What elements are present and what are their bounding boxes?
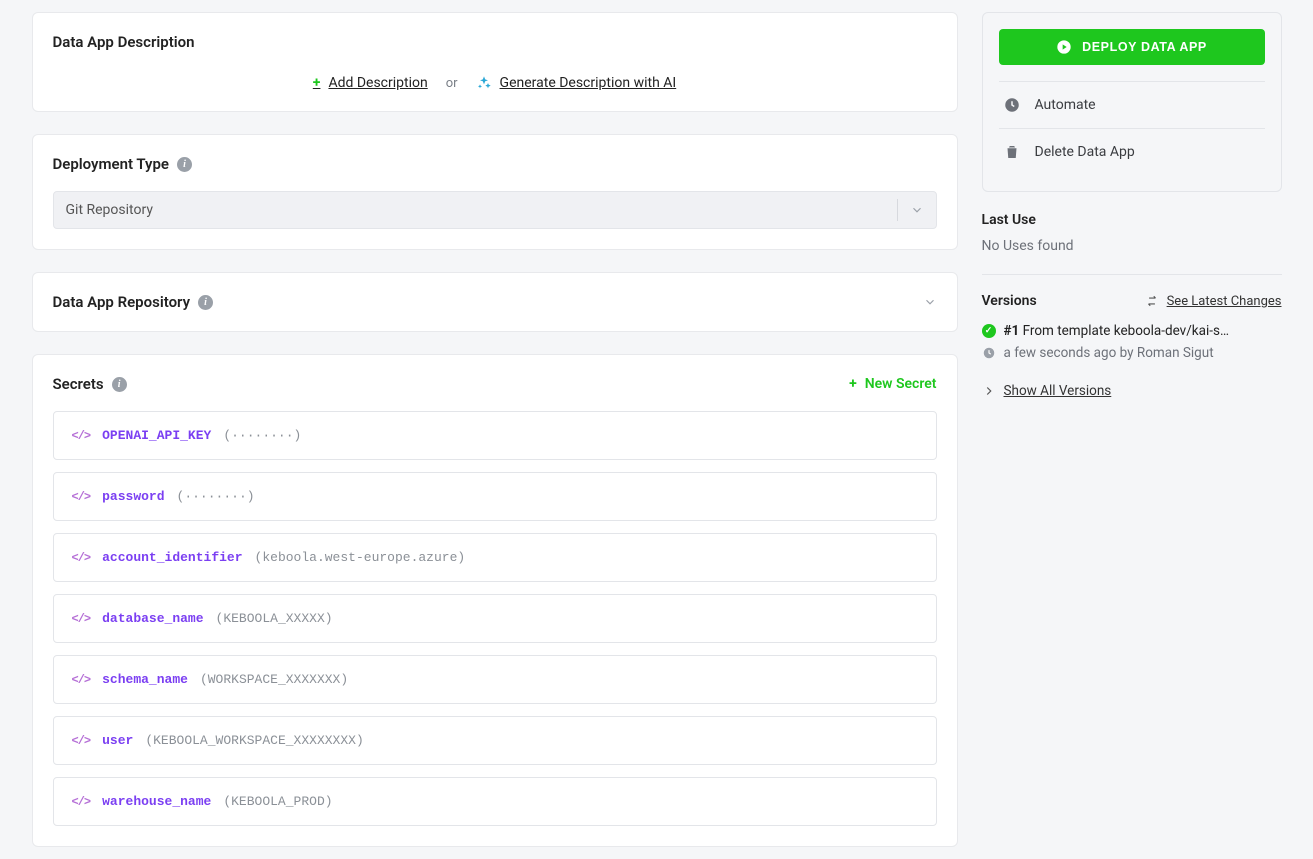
show-all-versions-button[interactable]: Show All Versions [982, 383, 1112, 399]
secret-row[interactable]: </> user (KEBOOLA_WORKSPACE_XXXXXXXX) [53, 716, 937, 765]
chevron-right-icon [982, 384, 996, 398]
secret-value: (KEBOOLA_XXXXX) [216, 611, 333, 626]
secret-row[interactable]: </> database_name (KEBOOLA_XXXXX) [53, 594, 937, 643]
secret-value: (········) [177, 489, 255, 504]
deployment-type-select[interactable]: Git Repository [53, 191, 937, 229]
sparkle-icon [476, 75, 492, 91]
plus-icon: + [313, 75, 321, 91]
secret-name: account_identifier [102, 550, 242, 565]
secret-name: password [102, 489, 164, 504]
code-icon: </> [72, 551, 91, 565]
last-use-status: No Uses found [982, 238, 1282, 254]
repository-title: Data App Repository i [53, 293, 214, 311]
secret-value: (WORKSPACE_XXXXXXX) [200, 672, 348, 687]
see-changes-button[interactable]: See Latest Changes [1145, 294, 1282, 309]
info-icon[interactable]: i [112, 377, 127, 392]
secret-name: schema_name [102, 672, 188, 687]
actions-panel: DEPLOY DATA APP Automate Delete Data App [982, 12, 1282, 192]
add-description-button[interactable]: + Add Description [313, 75, 428, 91]
secrets-title: Secrets i [53, 375, 127, 393]
add-description-label: Add Description [328, 75, 427, 91]
repository-card[interactable]: Data App Repository i [32, 272, 958, 332]
last-use-block: Last Use No Uses found [982, 212, 1282, 254]
chevron-down-icon[interactable] [923, 295, 937, 309]
secret-row[interactable]: </> password (········) [53, 472, 937, 521]
last-use-title: Last Use [982, 212, 1282, 228]
deploy-button[interactable]: DEPLOY DATA APP [999, 29, 1265, 65]
secret-name: OPENAI_API_KEY [102, 428, 211, 443]
description-title: Data App Description [53, 33, 937, 51]
clock-icon [1003, 96, 1021, 114]
version-desc: From template keboola-dev/kai-sql... [1023, 323, 1234, 339]
new-secret-label: New Secret [865, 376, 937, 392]
secret-row[interactable]: </> OPENAI_API_KEY (········) [53, 411, 937, 460]
automate-button[interactable]: Automate [999, 82, 1265, 128]
clock-icon [982, 346, 996, 360]
deployment-title: Deployment Type i [53, 155, 937, 173]
description-card: Data App Description + Add Description o… [32, 12, 958, 112]
play-circle-icon [1056, 39, 1072, 55]
chevron-down-icon [910, 203, 924, 217]
secrets-card: Secrets i + New Secret </> OPENAI_API_KEY… [32, 354, 958, 847]
version-number: #1 [1004, 323, 1020, 339]
info-icon[interactable]: i [198, 295, 213, 310]
version-item[interactable]: #1 From template keboola-dev/kai-sql... [982, 323, 1282, 339]
delete-label: Delete Data App [1035, 144, 1135, 160]
generate-ai-label: Generate Description with AI [500, 75, 677, 91]
secret-row[interactable]: </> account_identifier (keboola.west-europ… [53, 533, 937, 582]
version-time-row: a few seconds ago by Roman Sigut [982, 345, 1282, 361]
code-icon: </> [72, 673, 91, 687]
deployment-type-card: Deployment Type i Git Repository [32, 134, 958, 250]
code-icon: </> [72, 734, 91, 748]
new-secret-button[interactable]: + New Secret [849, 376, 936, 392]
code-icon: </> [72, 429, 91, 443]
show-all-label: Show All Versions [1004, 383, 1112, 399]
secret-row[interactable]: </> warehouse_name (KEBOOLA_PROD) [53, 777, 937, 826]
version-time: a few seconds ago by Roman Sigut [1004, 345, 1214, 361]
automate-label: Automate [1035, 97, 1096, 113]
check-circle-icon [982, 324, 996, 338]
versions-title: Versions [982, 293, 1037, 309]
deploy-label: DEPLOY DATA APP [1082, 40, 1207, 54]
delete-button[interactable]: Delete Data App [999, 128, 1265, 175]
secret-row[interactable]: </> schema_name (WORKSPACE_XXXXXXX) [53, 655, 937, 704]
trash-icon [1003, 143, 1021, 161]
secret-value: (KEBOOLA_WORKSPACE_XXXXXXXX) [145, 733, 363, 748]
deployment-selected: Git Repository [66, 202, 153, 218]
versions-block: Versions See Latest Changes #1 From temp… [982, 274, 1282, 402]
secret-value: (········) [223, 428, 301, 443]
generate-ai-button[interactable]: Generate Description with AI [476, 75, 677, 91]
secret-name: warehouse_name [102, 794, 211, 809]
secret-name: user [102, 733, 133, 748]
info-icon[interactable]: i [177, 157, 192, 172]
secret-value: (KEBOOLA_PROD) [223, 794, 332, 809]
swap-icon [1145, 294, 1159, 308]
plus-icon: + [849, 376, 857, 392]
secret-value: (keboola.west-europe.azure) [255, 550, 466, 565]
or-text: or [446, 76, 458, 91]
code-icon: </> [72, 490, 91, 504]
see-changes-label: See Latest Changes [1167, 294, 1282, 309]
code-icon: </> [72, 795, 91, 809]
code-icon: </> [72, 612, 91, 626]
secret-name: database_name [102, 611, 203, 626]
